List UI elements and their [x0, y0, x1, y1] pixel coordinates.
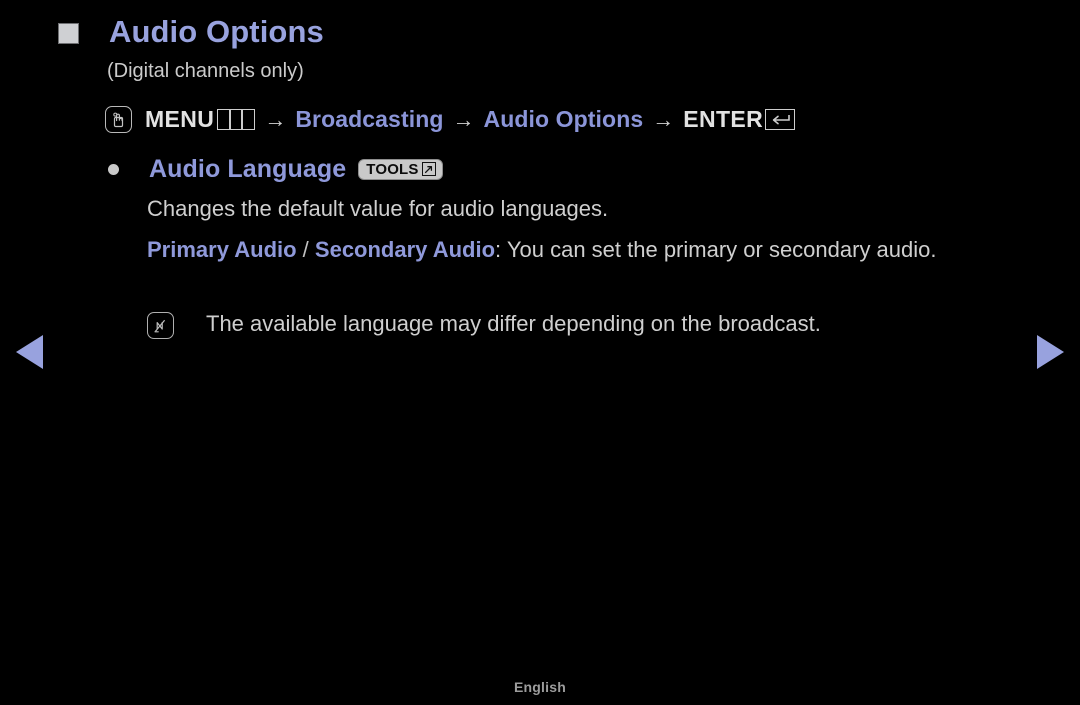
setting-options-description: Primary Audio / Secondary Audio: You can…: [147, 233, 1007, 267]
hand-press-icon: [105, 106, 132, 133]
language-footer: English: [514, 679, 566, 695]
filled-square-icon: [58, 23, 79, 44]
path-arrow-2: →: [452, 106, 475, 132]
setting-item-audio-language[interactable]: Audio Language TOOLS: [108, 155, 443, 184]
path-arrow-1: →: [264, 106, 287, 132]
setting-description: Changes the default value for audio lang…: [147, 196, 609, 221]
page-title: Audio Options: [109, 14, 324, 49]
menu-key-label: MENU: [145, 106, 215, 132]
note-pen-icon: [147, 312, 174, 339]
menu-path-breadcrumb: MENU → Broadcasting → Audio Options → EN…: [105, 106, 796, 133]
enter-return-glyph-icon: [765, 109, 796, 130]
page-subtitle: (Digital channels only): [107, 60, 304, 82]
bullet-dot-icon: [108, 164, 119, 175]
option-primary-audio: Primary Audio: [147, 237, 297, 262]
option-secondary-audio: Secondary Audio: [314, 237, 496, 262]
path-arrow-3: →: [652, 106, 675, 132]
enter-key-label: ENTER: [683, 106, 764, 132]
option-description-text: : You can set the primary or secondary a…: [495, 237, 937, 262]
arrow-out-box-icon: [421, 162, 436, 176]
page-title-row: Audio Options: [58, 14, 324, 49]
menu-item-audio-options[interactable]: Audio Options: [484, 106, 644, 133]
menu-item-broadcasting[interactable]: Broadcasting: [295, 106, 443, 133]
tools-badge: TOOLS: [358, 159, 443, 180]
e-manual-screen: Audio Options (Digital channels only) ME…: [0, 0, 1080, 705]
triangle-right-icon[interactable]: [1037, 335, 1064, 369]
option-separator: /: [296, 237, 315, 262]
setting-item-label: Audio Language: [149, 155, 347, 183]
triangle-left-icon[interactable]: [16, 335, 43, 369]
note-row: The available language may differ depend…: [147, 310, 821, 339]
menu-grid-glyph-icon: [217, 109, 256, 130]
note-text: The available language may differ depend…: [206, 311, 821, 336]
tools-badge-label: TOOLS: [366, 160, 419, 178]
